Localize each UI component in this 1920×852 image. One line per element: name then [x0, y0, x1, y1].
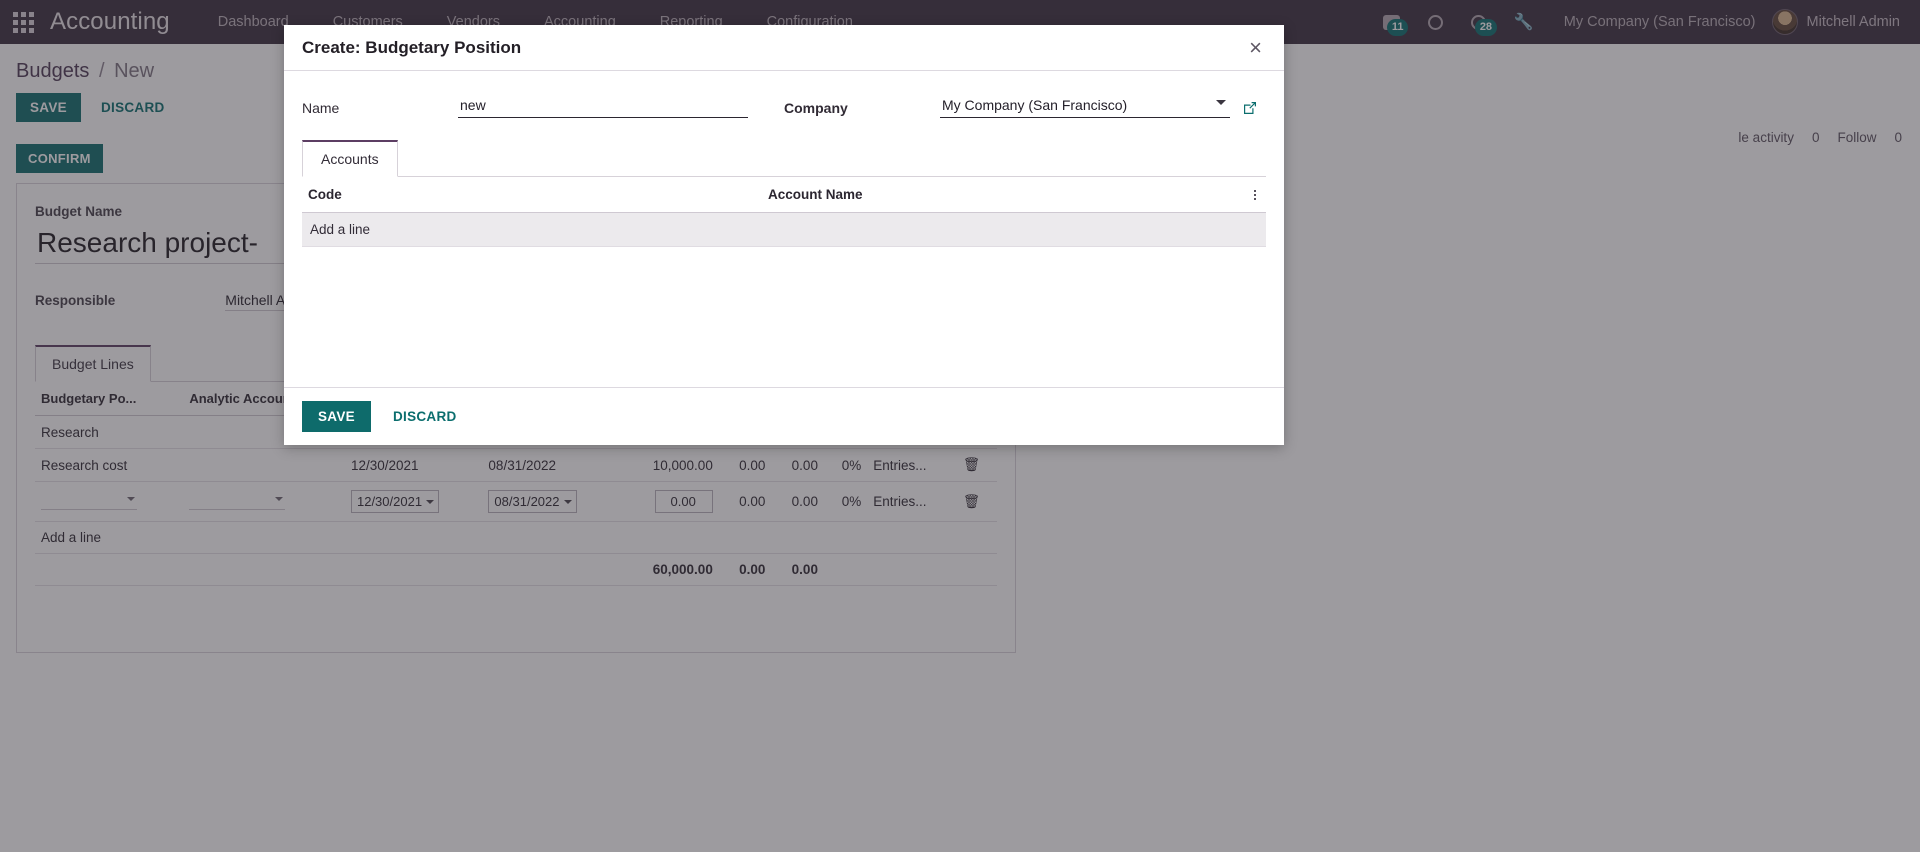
col-account-name[interactable]: Account Name — [762, 177, 1244, 213]
dialog-body: Name new Company My Company (San Francis… — [284, 71, 1284, 387]
accounts-add-line-link[interactable]: Add a line — [302, 213, 1266, 247]
close-icon[interactable]: × — [1245, 35, 1266, 61]
company-field-group: Company My Company (San Francisco) — [784, 95, 1266, 118]
dialog-footer: SAVE DISCARD — [284, 387, 1284, 445]
dialog-header: Create: Budgetary Position × — [284, 25, 1284, 71]
external-link-icon[interactable] — [1242, 100, 1258, 116]
name-field-group: Name new — [302, 95, 784, 118]
dialog-save-button[interactable]: SAVE — [302, 401, 371, 432]
dialog-discard-button[interactable]: DISCARD — [385, 401, 465, 432]
tab-accounts[interactable]: Accounts — [302, 140, 398, 177]
dialog-title: Create: Budgetary Position — [302, 37, 522, 57]
accounts-header-row: Code Account Name — [302, 177, 1266, 213]
dialog-tabs: Accounts — [302, 140, 1266, 177]
chevron-down-icon[interactable] — [1216, 100, 1226, 110]
app-root: Accounting Dashboard Customers Vendors A… — [0, 0, 1920, 852]
create-budgetary-position-dialog: Create: Budgetary Position × Name new Co… — [284, 25, 1284, 445]
column-options-icon — [1250, 189, 1260, 200]
accounts-table: Code Account Name — [302, 177, 1266, 213]
column-options-button[interactable] — [1244, 177, 1266, 213]
col-code[interactable]: Code — [302, 177, 762, 213]
company-input[interactable]: My Company (San Francisco) — [940, 95, 1230, 118]
name-label: Name — [302, 100, 340, 116]
company-label: Company — [784, 100, 848, 116]
dialog-form-row: Name new Company My Company (San Francis… — [302, 95, 1266, 118]
name-input[interactable]: new — [458, 95, 748, 118]
